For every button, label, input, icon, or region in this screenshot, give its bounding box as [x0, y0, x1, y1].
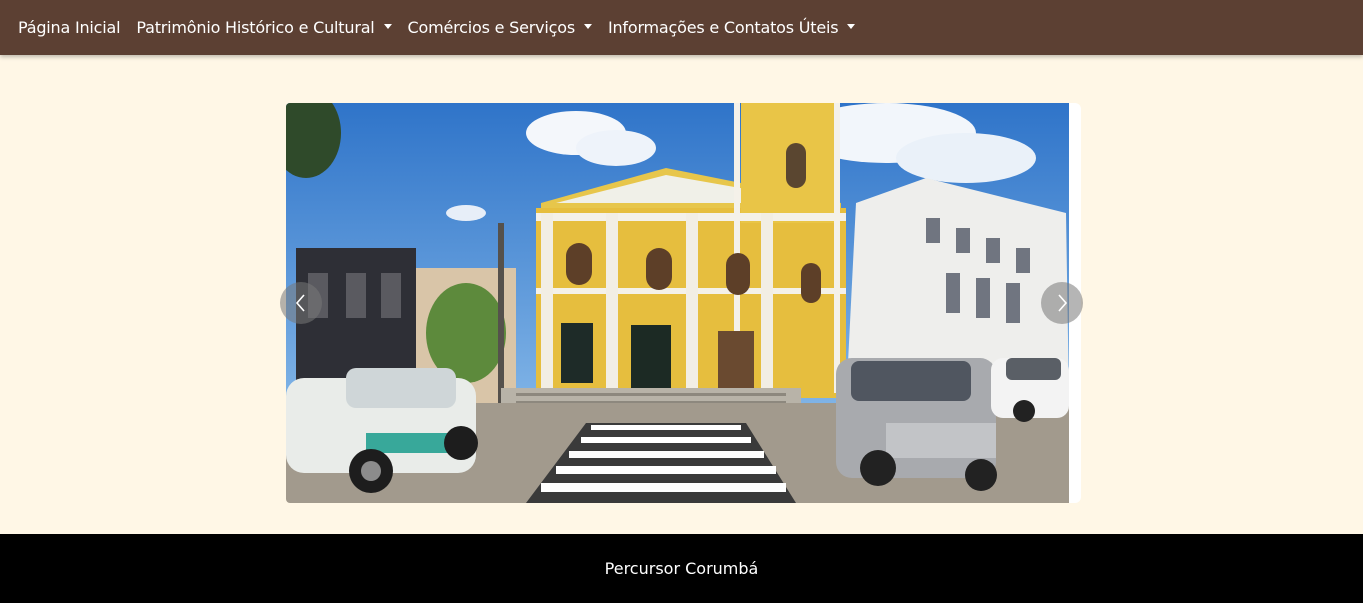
chevron-left-icon — [295, 294, 305, 312]
nav-commerce-label: Comércios e Serviços — [407, 18, 576, 37]
nav-heritage-label: Patrimônio Histórico e Cultural — [136, 18, 375, 37]
footer-text: Percursor Corumbá — [604, 559, 759, 578]
carousel-slide-image — [286, 103, 1069, 503]
nav-info-label: Informações e Contatos Úteis — [607, 18, 839, 37]
nav-commerce-dropdown[interactable]: Comércios e Serviços — [400, 0, 600, 55]
carousel-next-button[interactable] — [1041, 282, 1083, 324]
main-navbar: Página Inicial Patrimônio Histórico e Cu… — [0, 0, 1363, 55]
image-carousel — [280, 103, 1083, 503]
carousel-prev-button[interactable] — [280, 282, 322, 324]
caret-down-icon — [847, 24, 856, 29]
page-footer: Percursor Corumbá — [0, 534, 1363, 603]
caret-down-icon — [583, 24, 592, 29]
nav-home-label: Página Inicial — [18, 18, 121, 37]
nav-heritage-dropdown[interactable]: Patrimônio Histórico e Cultural — [128, 0, 399, 55]
nav-home[interactable]: Página Inicial — [10, 0, 128, 55]
nav-info-dropdown[interactable]: Informações e Contatos Úteis — [600, 0, 863, 55]
chevron-right-icon — [1058, 294, 1068, 312]
caret-down-icon — [383, 24, 392, 29]
